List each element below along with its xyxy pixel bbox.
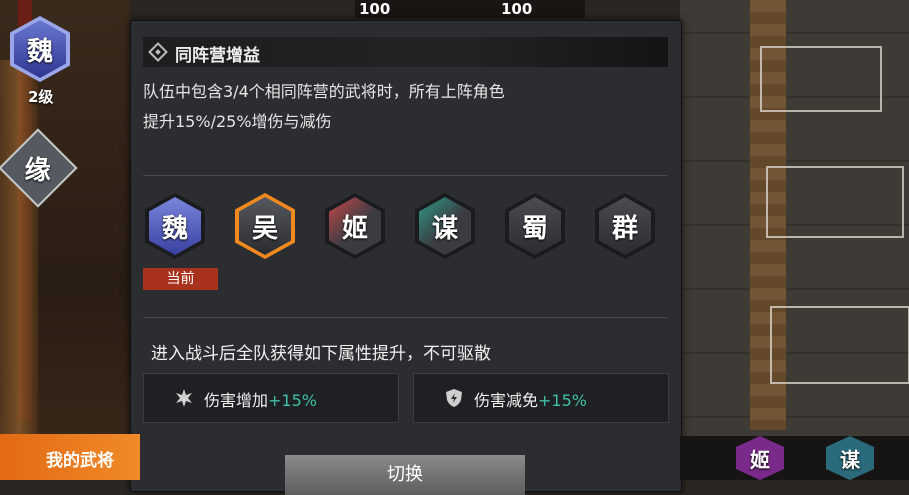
faction-glyph: 吴 [251, 213, 278, 244]
my-generals-tab[interactable]: 我的武将 [0, 434, 140, 480]
faction-badge-qun[interactable]: 群 [595, 193, 655, 259]
faction-bonus-panel: 同阵营增益 队伍中包含3/4个相同阵营的武将时，所有上阵角色 提升15%/25%… [130, 20, 682, 495]
stat-label: 伤害增加 [204, 391, 269, 410]
hp-left: 100 [359, 0, 391, 18]
faction-badge-wei[interactable]: 魏 [145, 193, 205, 259]
description-line: 提升15%/25%增伤与减伤 [143, 112, 332, 131]
faction-glyph: 群 [611, 213, 638, 244]
switch-button[interactable]: 切换 [285, 455, 525, 495]
faction-badge-wu[interactable]: 吴 [235, 193, 295, 259]
faction-badge-wei[interactable]: 魏 [10, 16, 70, 82]
faction-badge-mou[interactable]: 谋 [415, 193, 475, 259]
shield-icon [446, 389, 462, 407]
faction-glyph: 魏 [161, 213, 188, 244]
panel-title: 同阵营增益 [175, 46, 260, 66]
bottom-faction-filter: 姬 谋 [680, 436, 909, 480]
description-line: 队伍中包含3/4个相同阵营的武将时，所有上阵角色 [143, 82, 505, 101]
diamond-icon [148, 42, 168, 62]
top-unit-bar: 100 100 [355, 0, 585, 18]
faction-glyph: 姬 [750, 447, 770, 472]
filter-badge-mou[interactable]: 谋 [826, 436, 874, 480]
filter-badge-ji[interactable]: 姬 [736, 436, 784, 480]
formation-slot[interactable] [770, 306, 909, 384]
level-label: 2级 [28, 88, 54, 106]
tab-label: 我的武将 [46, 451, 114, 471]
stat-value: +15% [268, 391, 317, 410]
faction-glyph: 谋 [431, 213, 458, 244]
divider [143, 317, 667, 318]
stat-value: +15% [538, 391, 587, 410]
panel-description: 队伍中包含3/4个相同阵营的武将时，所有上阵角色 提升15%/25%增伤与减伤 [143, 77, 663, 137]
bond-glyph: 缘 [24, 155, 52, 186]
faction-badge-ji[interactable]: 姬 [325, 193, 385, 259]
faction-glyph: 蜀 [521, 213, 548, 244]
bond-button[interactable]: 缘 [0, 128, 78, 208]
faction-badge-shu[interactable]: 蜀 [505, 193, 565, 259]
formation-slot[interactable] [766, 166, 904, 238]
stat-damage-reduce: 伤害减免+15% [413, 373, 669, 423]
divider [143, 175, 667, 176]
bonus-title: 进入战斗后全队获得如下属性提升，不可驱散 [151, 344, 491, 364]
formation-slot[interactable] [760, 46, 882, 112]
panel-title-bar: 同阵营增益 [143, 37, 668, 67]
left-sidebar: 魏 2级 缘 [0, 0, 130, 480]
stat-label: 伤害减免 [474, 391, 539, 410]
faction-glyph: 姬 [341, 213, 368, 244]
current-tag: 当前 [143, 268, 218, 290]
faction-glyph: 谋 [840, 447, 860, 472]
hp-right: 100 [501, 0, 533, 18]
faction-glyph: 魏 [26, 36, 53, 67]
damage-up-icon [176, 389, 192, 407]
stat-damage-up: 伤害增加+15% [143, 373, 399, 423]
